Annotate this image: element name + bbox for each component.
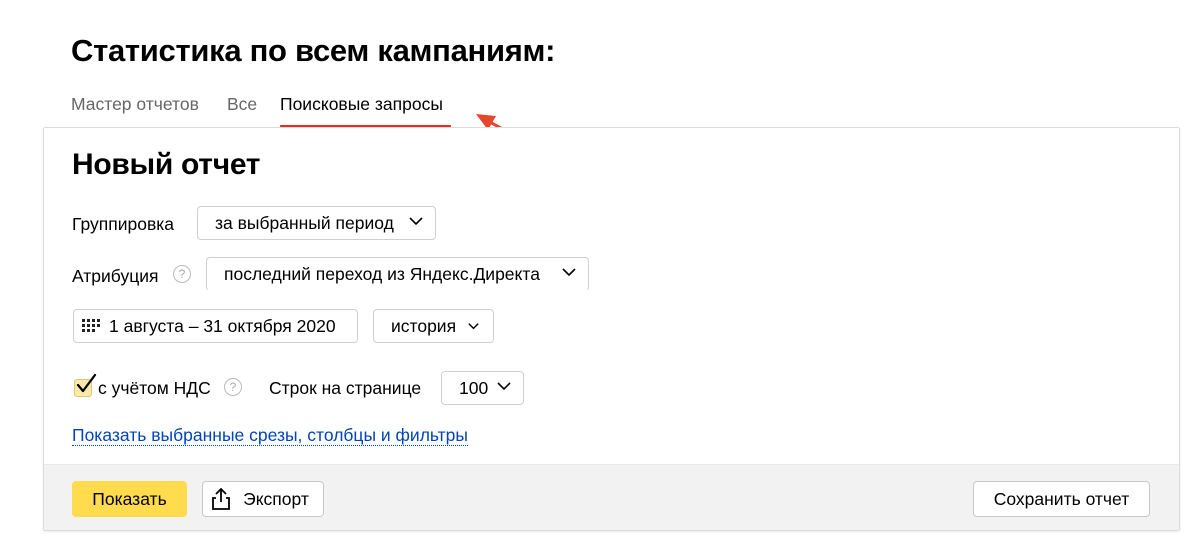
- report-title: Новый отчет: [72, 148, 261, 181]
- date-range-picker[interactable]: 1 августа – 31 октября 2020: [73, 309, 358, 343]
- rows-per-page-value: 100: [459, 378, 489, 398]
- page-title: Статистика по всем кампаниям:: [71, 33, 556, 68]
- chevron-down-icon: [468, 323, 479, 330]
- chevron-down-icon: [409, 217, 423, 226]
- attribution-select[interactable]: последний переход из Яндекс.Директа: [206, 257, 589, 291]
- show-button[interactable]: Показать: [72, 481, 187, 517]
- calendar-grid-icon: [82, 319, 100, 332]
- save-report-button[interactable]: Сохранить отчет: [973, 481, 1150, 517]
- vat-checkbox[interactable]: [74, 373, 97, 397]
- checkmark-icon: [76, 373, 97, 393]
- tab-search-queries[interactable]: Поисковые запросы: [280, 94, 443, 115]
- vat-label: с учётом НДС: [98, 378, 211, 398]
- question-circle-icon[interactable]: ?: [173, 265, 191, 283]
- chevron-down-icon: [497, 382, 511, 391]
- export-button[interactable]: Экспорт: [202, 481, 324, 517]
- tab-all[interactable]: Все: [227, 94, 257, 115]
- report-footer: Показать Экспорт Сохранить отчет: [44, 464, 1179, 530]
- grouping-label: Группировка: [72, 214, 175, 234]
- date-range-value: 1 августа – 31 октября 2020: [109, 316, 336, 336]
- show-filters-link[interactable]: Показать выбранные срезы, столбцы и филь…: [72, 425, 468, 446]
- period-preset-select[interactable]: история: [373, 309, 494, 343]
- export-button-label: Экспорт: [243, 489, 309, 509]
- attribution-label: Атрибуция: [72, 266, 159, 286]
- tab-report-wizard[interactable]: Мастер отчетов: [71, 94, 199, 115]
- question-circle-icon[interactable]: ?: [224, 378, 242, 396]
- report-panel: Новый отчет Группировка за выбранный пер…: [43, 127, 1180, 531]
- rows-per-page-select[interactable]: 100: [441, 371, 524, 405]
- period-preset-value: история: [391, 316, 457, 336]
- grouping-select[interactable]: за выбранный период: [197, 206, 436, 240]
- rows-per-page-label: Строк на странице: [269, 378, 422, 398]
- grouping-value: за выбранный период: [215, 213, 394, 233]
- chevron-down-icon: [562, 268, 576, 277]
- share-upload-icon: [212, 488, 230, 510]
- attribution-value: последний переход из Яндекс.Директа: [224, 264, 540, 284]
